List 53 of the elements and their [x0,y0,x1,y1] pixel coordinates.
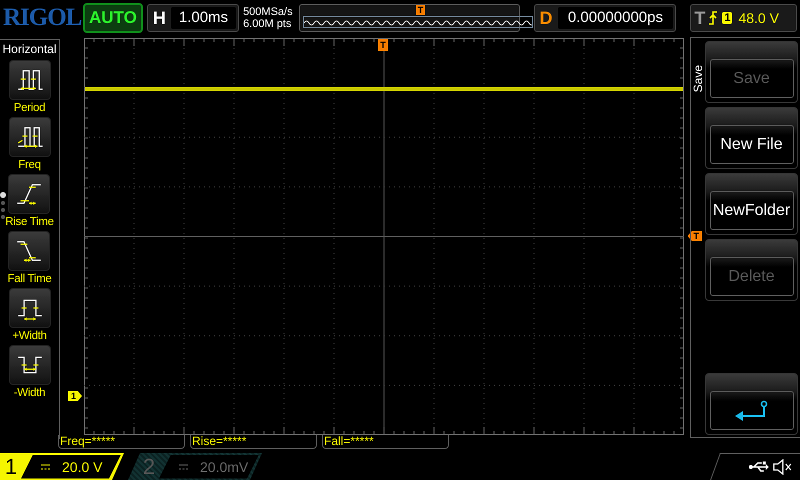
menu-button[interactable]: New File [705,107,798,169]
sample-rate: 500MSa/s [243,6,294,18]
measurement-button[interactable] [8,288,50,328]
measurement-label: +Width [12,330,47,342]
timebase-box[interactable]: H 1.00ms [146,4,240,32]
rising-edge-icon [708,11,718,25]
channel-scale: 20.0 V [62,458,102,474]
timebase-value: 1.00ms [170,7,236,29]
return-button[interactable] [705,373,798,435]
measurement-button[interactable] [8,60,50,100]
trigger-level: 48.0 V [738,10,779,26]
page-dot[interactable] [1,201,5,205]
run-status-button[interactable]: AUTO [83,3,143,33]
page-dot[interactable] [0,192,6,198]
timebase-label: H [152,8,167,28]
channel-tab[interactable]: 1 20.0 V [0,453,124,480]
measurement-readout: Fall=***** [322,435,449,449]
measurement-button[interactable] [8,231,50,271]
measurement-label: -Width [14,387,46,399]
measurement-label: Freq [18,159,41,171]
measurement-button[interactable] [8,345,50,385]
trigger-level-marker[interactable]: T [688,231,702,241]
delay-label: D [538,8,554,28]
measurement-label: Period [14,102,46,114]
muted-speaker-icon [772,459,793,475]
menu-title: Save [691,65,705,92]
trigger-source: 1 [722,12,732,24]
trigger-time-marker[interactable]: T [378,39,388,51]
measurement-button[interactable] [8,117,50,157]
measurement-button[interactable] [8,174,50,214]
usb-icon [748,461,769,473]
channel-scale: 20.0mV [200,458,248,474]
coupling-icon [41,464,50,470]
channel-marker[interactable]: 1 [68,391,82,401]
trigger-position-marker: T [416,5,425,15]
channel-number: 2 [142,453,156,480]
channel-tab[interactable]: 2 20.0mV [128,453,262,480]
delay-value: 0.00000000ps [558,7,674,29]
menu-title: Horizontal [2,41,57,58]
return-icon [734,400,770,422]
measurement-readout: Rise=***** [190,435,317,449]
measurement-readout: Freq=***** [58,435,185,449]
page-dot[interactable] [1,215,5,219]
menu-button[interactable]: NewFolder [705,173,798,235]
page-dot[interactable] [1,208,5,212]
measurement-label: Rise Time [5,216,54,228]
trigger-box[interactable]: T 1 48.0 V [690,4,798,32]
measurement-label: Fall Time [8,273,52,285]
delay-box[interactable]: D 0.00000000ps [534,4,676,32]
memory-depth: 6.00M pts [243,18,292,30]
brand-logo: RIGOL [3,4,79,32]
coupling-icon [179,464,188,470]
trigger-label: T [693,8,706,28]
